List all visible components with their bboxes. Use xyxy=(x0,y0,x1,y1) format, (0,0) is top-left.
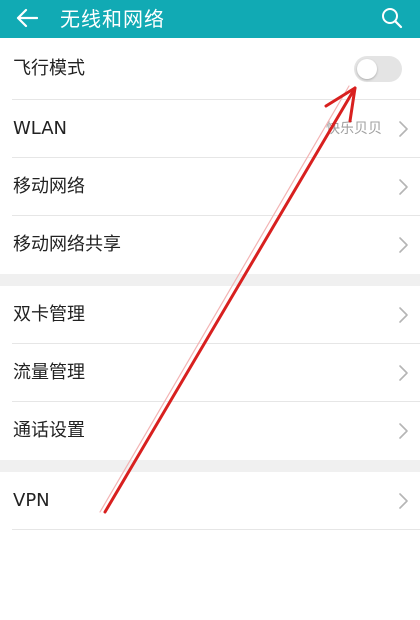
setting-row-tethering[interactable]: 移动网络共享 xyxy=(0,216,420,274)
setting-row-mobile-network[interactable]: 移动网络 xyxy=(0,158,420,216)
setting-row-wlan[interactable]: WLAN 快乐贝贝 xyxy=(0,100,420,158)
setting-row-data-usage[interactable]: 流量管理 xyxy=(0,344,420,402)
section-divider xyxy=(0,460,420,472)
setting-label: 飞行模式 xyxy=(13,58,85,79)
setting-label: 通话设置 xyxy=(13,420,85,441)
app-bar: 无线和网络 xyxy=(0,0,420,38)
page-title: 无线和网络 xyxy=(60,7,165,31)
toggle-knob xyxy=(357,59,377,79)
chevron-right-icon xyxy=(399,237,408,253)
setting-label: 流量管理 xyxy=(13,362,85,383)
setting-row-call-settings[interactable]: 通话设置 xyxy=(0,402,420,460)
arrow-left-icon[interactable] xyxy=(12,4,42,32)
setting-label: 移动网络共享 xyxy=(13,234,121,255)
chevron-right-icon xyxy=(399,307,408,323)
airplane-mode-toggle[interactable] xyxy=(354,56,402,82)
setting-label: 移动网络 xyxy=(13,176,85,197)
chevron-right-icon xyxy=(399,365,408,381)
chevron-right-icon xyxy=(399,179,408,195)
setting-label: VPN xyxy=(13,490,50,511)
settings-list: 飞行模式 WLAN 快乐贝贝 移动网络 移动网络共享 双卡管理 流量管理 通话设… xyxy=(0,38,420,530)
chevron-right-icon xyxy=(399,423,408,439)
section-divider xyxy=(0,274,420,286)
search-icon[interactable] xyxy=(378,4,406,32)
wlan-network-name: 快乐贝贝 xyxy=(326,121,382,137)
setting-row-airplane-mode[interactable]: 飞行模式 xyxy=(0,38,420,100)
setting-label: WLAN xyxy=(13,118,68,139)
settings-screen: 无线和网络 飞行模式 WLAN 快乐贝贝 移动网络 移动网络共享 双卡管理 流量… xyxy=(0,0,420,620)
setting-row-dual-sim[interactable]: 双卡管理 xyxy=(0,286,420,344)
chevron-right-icon xyxy=(399,493,408,509)
setting-label: 双卡管理 xyxy=(13,304,85,325)
chevron-right-icon xyxy=(399,121,408,137)
setting-row-vpn[interactable]: VPN xyxy=(0,472,420,530)
